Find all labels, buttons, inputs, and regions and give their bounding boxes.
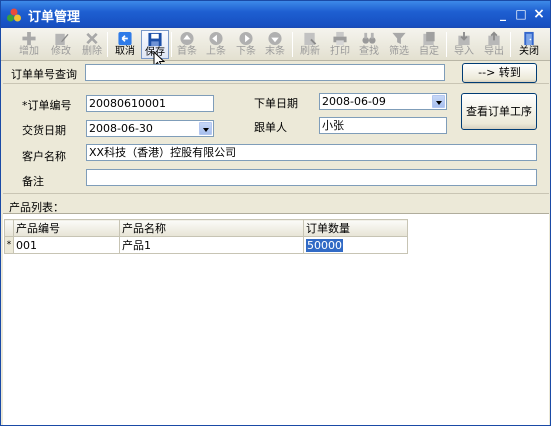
title-bar[interactable]: 订单管理 _ □ × — [1, 1, 550, 28]
previous-record-button[interactable]: 上条 — [202, 30, 230, 59]
column-header[interactable]: 产品编号 — [13, 219, 120, 237]
column-header[interactable]: 产品名称 — [119, 219, 304, 237]
toolbar-separator — [510, 32, 511, 57]
first-record-button[interactable]: 首条 — [173, 30, 201, 59]
chevron-down-icon[interactable] — [432, 95, 445, 108]
last-record-button[interactable]: 末条 — [261, 30, 289, 59]
product-grid[interactable]: 产品编号 产品名称 订单数量 * 001 产品1 50000 — [4, 219, 408, 254]
order-search-label: 订单单号查询 — [11, 68, 77, 81]
close-button[interactable]: 关闭 — [515, 30, 543, 59]
order-date-value: 2008-06-09 — [322, 95, 386, 108]
follower-label: 跟单人 — [254, 121, 287, 134]
binoculars-icon — [362, 32, 376, 44]
filter-icon — [392, 32, 406, 45]
row-marker[interactable]: * — [4, 236, 14, 254]
product-code-cell[interactable]: 001 — [13, 236, 120, 254]
edit-icon — [55, 33, 69, 46]
customize-button[interactable]: 自定 — [415, 30, 443, 59]
window-title: 订单管理 — [28, 10, 81, 25]
app-icon — [7, 8, 21, 22]
last-record-label: 末条 — [265, 46, 285, 57]
order-search-input[interactable] — [85, 64, 445, 81]
exit-door-icon — [524, 31, 534, 46]
first-record-label: 首条 — [177, 46, 197, 57]
print-icon — [333, 31, 347, 46]
order-no-label: *订单编号 — [22, 99, 72, 112]
order-date-picker[interactable]: 2008-06-09 — [319, 93, 447, 110]
order-date-label: 下单日期 — [254, 97, 298, 110]
follower-input[interactable]: 小张 — [319, 117, 447, 134]
undo-icon — [118, 31, 132, 46]
customer-label: 客户名称 — [22, 150, 66, 163]
print-button-label: 打印 — [330, 46, 350, 57]
print-button[interactable]: 打印 — [326, 30, 354, 59]
cancel-button-label: 取消 — [115, 46, 135, 57]
previous-record-icon — [209, 31, 223, 46]
filter-button[interactable]: 筛选 — [385, 30, 413, 59]
add-button[interactable]: 增加 — [15, 30, 43, 59]
divider — [3, 83, 549, 84]
remark-input[interactable] — [86, 169, 537, 186]
delivery-date-label: 交货日期 — [22, 124, 66, 137]
plus-icon — [22, 31, 36, 46]
last-record-icon — [268, 31, 282, 46]
import-button[interactable]: 导入 — [450, 30, 478, 59]
minimize-icon[interactable]: _ — [495, 6, 511, 22]
order-management-window: 订单管理 _ □ × 增加 修改 删除 取消 保存 首条 — [0, 0, 551, 426]
delete-button-label: 删除 — [82, 46, 102, 57]
delete-icon — [86, 32, 98, 45]
export-button[interactable]: 导出 — [480, 30, 508, 59]
product-name-cell[interactable]: 产品1 — [119, 236, 304, 254]
view-order-process-button[interactable]: 查看订单工序 — [461, 93, 537, 130]
previous-record-label: 上条 — [206, 46, 226, 57]
import-button-label: 导入 — [454, 46, 474, 57]
refresh-button[interactable]: 刷新 — [296, 30, 324, 59]
grid-corner-cell — [4, 219, 14, 237]
add-button-label: 增加 — [19, 46, 39, 57]
first-record-icon — [180, 31, 194, 46]
customize-button-label: 自定 — [419, 46, 439, 57]
order-no-input[interactable]: 20080610001 — [86, 95, 214, 112]
close-icon[interactable]: × — [531, 6, 547, 22]
goto-button[interactable]: --> 转到 — [462, 63, 537, 83]
import-icon — [458, 31, 470, 46]
export-icon — [488, 31, 500, 46]
toolbar-separator — [446, 32, 447, 57]
divider — [3, 193, 549, 194]
grid-header-row: 产品编号 产品名称 订单数量 — [4, 219, 408, 237]
refresh-icon — [304, 32, 317, 46]
customize-icon — [423, 31, 435, 46]
toolbar-separator — [107, 32, 108, 57]
search-records-label: 查找 — [359, 46, 379, 57]
next-record-icon — [239, 31, 253, 46]
next-record-button[interactable]: 下条 — [232, 30, 260, 59]
filter-button-label: 筛选 — [389, 46, 409, 57]
export-button-label: 导出 — [484, 46, 504, 57]
order-qty-cell[interactable]: 50000 — [303, 236, 408, 254]
cancel-button[interactable]: 取消 — [111, 30, 139, 59]
delivery-date-value: 2008-06-30 — [89, 122, 153, 135]
toolbar-separator — [292, 32, 293, 57]
close-button-label: 关闭 — [519, 46, 539, 57]
search-records-button[interactable]: 查找 — [355, 30, 383, 59]
order-qty-value[interactable]: 50000 — [306, 238, 343, 252]
delivery-date-picker[interactable]: 2008-06-30 — [86, 120, 214, 137]
toolbar-separator — [171, 32, 172, 57]
customer-input[interactable]: XX科技（香港）控股有限公司 — [86, 144, 537, 161]
next-record-label: 下条 — [236, 46, 256, 57]
delete-button[interactable]: 删除 — [78, 30, 106, 59]
remark-label: 备注 — [22, 175, 44, 188]
edit-button[interactable]: 修改 — [47, 30, 75, 59]
edit-button-label: 修改 — [51, 46, 71, 57]
table-row[interactable]: * 001 产品1 50000 — [4, 236, 408, 254]
column-header[interactable]: 订单数量 — [303, 219, 408, 237]
refresh-button-label: 刷新 — [300, 46, 320, 57]
chevron-down-icon[interactable] — [199, 122, 212, 135]
save-icon — [148, 32, 162, 47]
maximize-icon[interactable]: □ — [513, 6, 529, 22]
toolbar: 增加 修改 删除 取消 保存 首条 上条 下条 — [1, 28, 550, 69]
